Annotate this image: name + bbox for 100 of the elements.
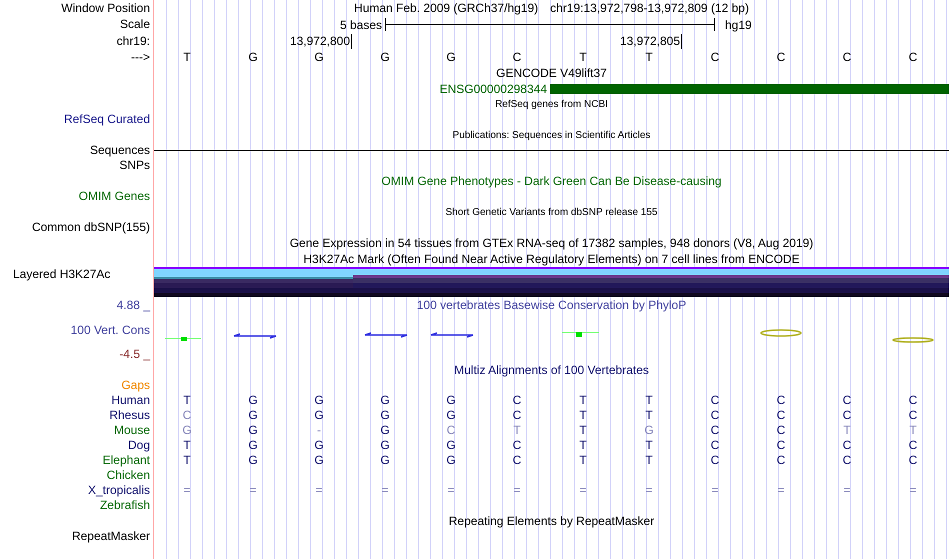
- alignment-base: G: [446, 438, 456, 453]
- base-letter: G: [446, 50, 456, 64]
- alignment-base: G: [248, 438, 258, 453]
- alignment-base: G: [380, 408, 390, 423]
- alignment-base: C: [776, 393, 786, 408]
- alignment-base: G: [644, 423, 654, 438]
- alignment-base: =: [447, 483, 454, 498]
- alignment-base: T: [645, 408, 653, 423]
- alignment-base: C: [512, 408, 522, 423]
- alignment-base: T: [513, 423, 521, 438]
- alignment-base: C: [776, 453, 786, 468]
- base-letter: C: [776, 50, 786, 64]
- track-label: -4.5 _: [119, 347, 150, 362]
- alignment-base: G: [446, 393, 456, 408]
- assembly-name: Human Feb. 2009 (GRCh37/hg19): [354, 0, 538, 16]
- alignment-base: G: [380, 423, 390, 438]
- alignment-base: C: [710, 453, 720, 468]
- alignment-base: C: [512, 438, 522, 453]
- alignment-base: C: [710, 393, 720, 408]
- base-letter: C: [512, 50, 522, 64]
- alignment-base: =: [249, 483, 256, 498]
- alignment-base: T: [579, 393, 587, 408]
- assembly-label: hg19: [725, 18, 752, 32]
- alignment-base: -: [317, 423, 321, 438]
- alignment-base: G: [380, 438, 390, 453]
- track-title: 100 vertebrates Basewise Conservation by PhyloP: [416, 298, 686, 312]
- alignment-base: G: [314, 408, 324, 423]
- track-label: X_tropicalis: [88, 483, 150, 498]
- alignment-base: C: [182, 408, 192, 423]
- track-label: 100 Vert. Cons: [70, 322, 150, 338]
- gene-name: ENSG00000298344: [438, 82, 548, 96]
- track-label: Dog: [128, 438, 150, 453]
- track-label: Window Position: [61, 0, 150, 16]
- alignment-base: C: [908, 453, 918, 468]
- alignment-base: C: [710, 423, 720, 438]
- alignment-base: C: [842, 453, 852, 468]
- alignment-base: T: [579, 438, 587, 453]
- track-title: OMIM Gene Phenotypes - Dark Green Can Be Disease-causing: [381, 174, 722, 188]
- track-title: H3K27Ac Mark (Often Found Near Active Regulatory Elements) on 7 cell lines from ENCODE: [303, 252, 800, 266]
- alignment-base: T: [183, 453, 191, 468]
- alignment-base: T: [645, 393, 653, 408]
- alignment-base: C: [842, 408, 852, 423]
- alignment-base: T: [183, 393, 191, 408]
- alignment-base: =: [843, 483, 850, 498]
- track-label: RepeatMasker: [72, 529, 150, 544]
- track-label: 4.88 _: [116, 298, 150, 312]
- alignment-base: G: [446, 408, 456, 423]
- alignment-base: C: [512, 453, 522, 468]
- alignment-base: C: [908, 438, 918, 453]
- alignment-base: C: [776, 408, 786, 423]
- alignment-base: C: [512, 393, 522, 408]
- alignment-base: =: [711, 483, 718, 498]
- track-label: Sequences: [90, 143, 150, 158]
- track-title: Gene Expression in 54 tissues from GTEx RNA-seq of 17382 samples, 948 donors (V8, Aug 2019): [290, 236, 814, 250]
- track-label: Zebrafish: [100, 498, 150, 513]
- alignment-base: G: [248, 453, 258, 468]
- alignment-base: C: [710, 438, 720, 453]
- position-text: chr19:13,972,798-13,972,809 (12 bp): [550, 0, 749, 16]
- base-letter: G: [314, 50, 324, 64]
- alignment-base: =: [645, 483, 652, 498]
- alignment-base: =: [513, 483, 520, 498]
- alignment-base: G: [446, 453, 456, 468]
- alignment-base: =: [777, 483, 784, 498]
- gene-bar[interactable]: [550, 84, 949, 94]
- track-label: chr19:: [116, 34, 150, 48]
- alignment-base: G: [182, 423, 192, 438]
- alignment-base: T: [909, 423, 917, 438]
- alignment-base: C: [710, 408, 720, 423]
- track-label: Mouse: [114, 423, 150, 438]
- alignment-base: T: [843, 423, 851, 438]
- alignment-base: G: [314, 453, 324, 468]
- alignment-base: T: [183, 438, 191, 453]
- track-label: RefSeq Curated: [64, 112, 150, 127]
- base-letter: C: [710, 50, 720, 64]
- alignment-base: =: [909, 483, 916, 498]
- alignment-base: C: [776, 423, 786, 438]
- alignment-base: C: [908, 393, 918, 408]
- alignment-base: G: [314, 393, 324, 408]
- track-label: Gaps: [121, 378, 150, 393]
- alignment-base: G: [380, 393, 390, 408]
- track-label: Layered H3K27Ac: [13, 267, 110, 282]
- track-title: RefSeq genes from NCBI: [495, 99, 608, 110]
- alignment-base: G: [314, 438, 324, 453]
- track-label: Elephant: [102, 453, 150, 468]
- alignment-base: G: [248, 423, 258, 438]
- alignment-base: =: [579, 483, 586, 498]
- track-label: OMIM Genes: [78, 189, 150, 204]
- coordinate-tick: 13,972,805: [620, 34, 682, 48]
- alignment-base: T: [645, 438, 653, 453]
- track-title: GENCODE V49lift37: [496, 66, 607, 80]
- alignment-base: C: [776, 438, 786, 453]
- alignment-base: C: [908, 408, 918, 423]
- coordinate-tick: 13,972,800: [290, 34, 352, 48]
- alignment-base: C: [842, 438, 852, 453]
- track-label: --->: [131, 50, 150, 64]
- alignment-base: G: [380, 453, 390, 468]
- base-letter: G: [380, 50, 390, 64]
- base-letter: C: [908, 50, 918, 64]
- base-letter: T: [579, 50, 587, 64]
- alignment-base: T: [579, 453, 587, 468]
